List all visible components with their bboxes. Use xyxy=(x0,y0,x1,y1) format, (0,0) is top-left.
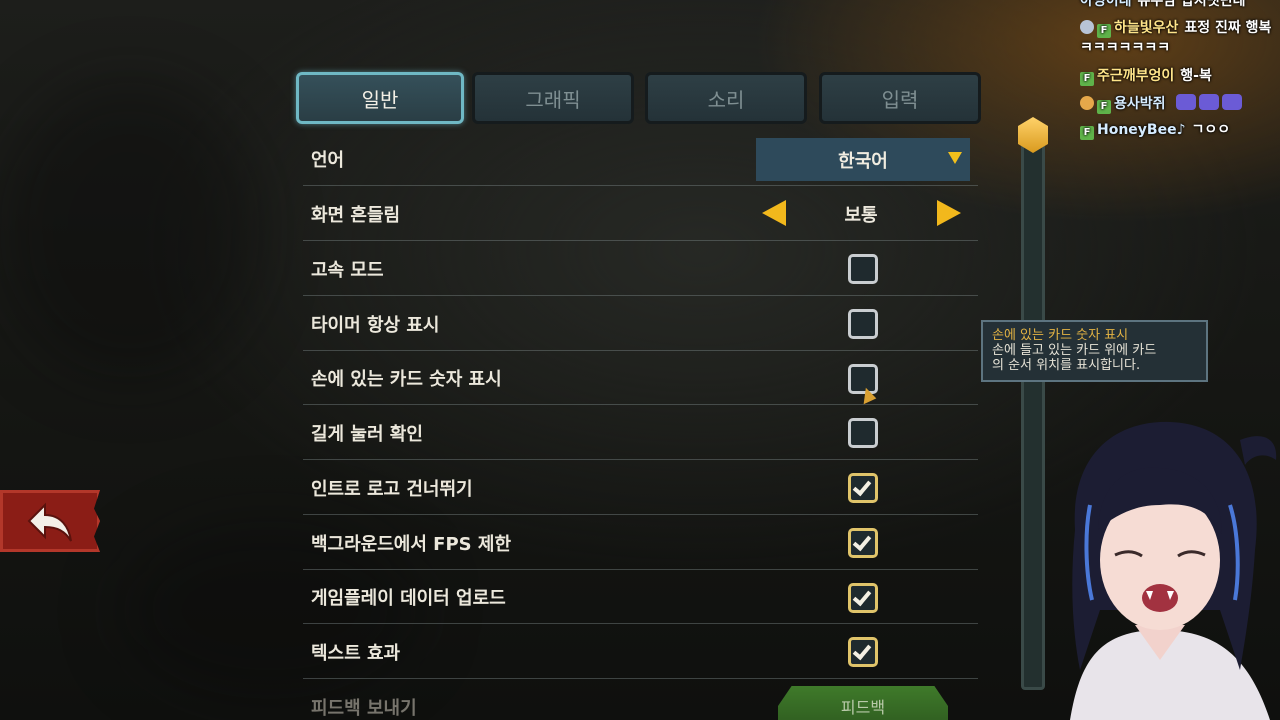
tab-graphics[interactable]: 그래픽 xyxy=(472,72,634,124)
fan-badge-icon: F xyxy=(1080,72,1094,86)
chat-message: 유무남 답지뱃던데 xyxy=(1137,0,1246,9)
skip-intro-logo-checkbox[interactable] xyxy=(848,473,878,503)
chat-username: 하늘빛우산 xyxy=(1114,20,1179,36)
chat-message: 행-복 xyxy=(1180,68,1212,84)
setting-label: 고속 모드 xyxy=(311,259,384,281)
chat-line: F HoneyBee♪ ㄱㅇㅇ xyxy=(1080,121,1230,140)
setting-label: 화면 흔들림 xyxy=(311,204,401,226)
chat-message: 표정 진짜 행복 xyxy=(1184,20,1272,36)
feedback-button-label: 피드백 xyxy=(840,698,886,717)
fast-mode-checkbox[interactable] xyxy=(848,254,878,284)
user-avatar-icon xyxy=(1080,96,1094,110)
setting-label: 인트로 로고 건너뛰기 xyxy=(311,478,473,500)
setting-label: 게임플레이 데이터 업로드 xyxy=(311,587,506,609)
checkmark-icon xyxy=(852,531,872,552)
user-avatar-icon xyxy=(1080,20,1094,34)
caret-down-icon xyxy=(948,152,962,164)
chat-line: ㅋㅋㅋㅋㅋㅋㅋ xyxy=(1080,39,1170,57)
chat-line: F 용사박쥐 xyxy=(1080,94,1245,114)
gameplay-data-upload-checkbox[interactable] xyxy=(848,583,878,613)
chat-username: 용사박쥐 xyxy=(1114,96,1166,112)
chat-message: ㅋㅋㅋㅋㅋㅋㅋ xyxy=(1080,40,1171,56)
checkmark-icon xyxy=(852,640,872,661)
tab-label: 소리 xyxy=(707,87,745,112)
tab-label: 입력 xyxy=(881,87,919,112)
checkmark-icon xyxy=(852,476,872,497)
setting-label: 언어 xyxy=(311,149,345,171)
chat-username: 아잉이네 xyxy=(1080,0,1132,9)
tooltip-body-line: 손에 들고 있는 카드 위에 카드 xyxy=(992,343,1157,358)
fan-badge-icon: F xyxy=(1097,100,1111,114)
tab-sound[interactable]: 소리 xyxy=(645,72,807,124)
fan-badge-icon: F xyxy=(1097,24,1111,38)
setting-label: 길게 눌러 확인 xyxy=(311,423,423,445)
background-shadow xyxy=(0,80,260,380)
feedback-button[interactable]: 피드백 xyxy=(778,686,948,720)
emote-icon xyxy=(1222,94,1243,110)
setting-label: 백그라운드에서 FPS 제한 xyxy=(311,533,512,555)
caret-right-icon[interactable] xyxy=(937,200,961,226)
streamer-avatar xyxy=(1070,421,1277,720)
chat-line: F 하늘빛우산 표정 진짜 행복 xyxy=(1080,19,1271,38)
chat-line: F 주근깨부엉이 행-복 xyxy=(1080,67,1212,86)
language-dropdown[interactable]: 한국어 xyxy=(756,138,970,181)
background-fps-limit-checkbox[interactable] xyxy=(848,528,878,558)
tab-label: 그래픽 xyxy=(525,87,581,112)
fan-badge-icon: F xyxy=(1080,126,1094,140)
caret-left-icon[interactable] xyxy=(762,200,786,226)
back-arrow-icon xyxy=(27,502,72,542)
back-button[interactable] xyxy=(0,490,100,552)
always-show-timer-checkbox[interactable] xyxy=(848,309,878,339)
hold-to-confirm-checkbox[interactable] xyxy=(848,418,878,448)
screen-shake-value: 보통 xyxy=(844,205,878,226)
text-effect-checkbox[interactable] xyxy=(848,637,878,667)
tab-input[interactable]: 입력 xyxy=(819,72,981,124)
emote-icon xyxy=(1199,94,1220,110)
tooltip: 손에 있는 카드 숫자 표시 손에 들고 있는 카드 위에 카드 의 순서 위치… xyxy=(981,320,1208,382)
chat-username: HoneyBee♪ xyxy=(1097,122,1186,138)
dropdown-value: 한국어 xyxy=(838,150,888,172)
tooltip-body-line: 의 순서 위치를 표시합니다. xyxy=(992,358,1141,373)
chat-line: 아잉이네 유무남 답지뱃던데 xyxy=(1080,0,1245,10)
setting-label: 피드백 보내기 xyxy=(311,698,417,719)
setting-label: 텍스트 효과 xyxy=(311,642,401,664)
tab-label: 일반 xyxy=(361,87,399,112)
emote-icon xyxy=(1176,94,1197,110)
setting-label: 손에 있는 카드 숫자 표시 xyxy=(311,368,502,390)
setting-label: 타이머 항상 표시 xyxy=(311,314,440,336)
tab-general[interactable]: 일반 xyxy=(296,72,464,124)
checkmark-icon xyxy=(852,586,872,607)
chat-username: 주근깨부엉이 xyxy=(1097,68,1175,84)
chat-message: ㄱㅇㅇ xyxy=(1191,122,1231,138)
tooltip-title: 손에 있는 카드 숫자 표시 xyxy=(992,328,1129,343)
